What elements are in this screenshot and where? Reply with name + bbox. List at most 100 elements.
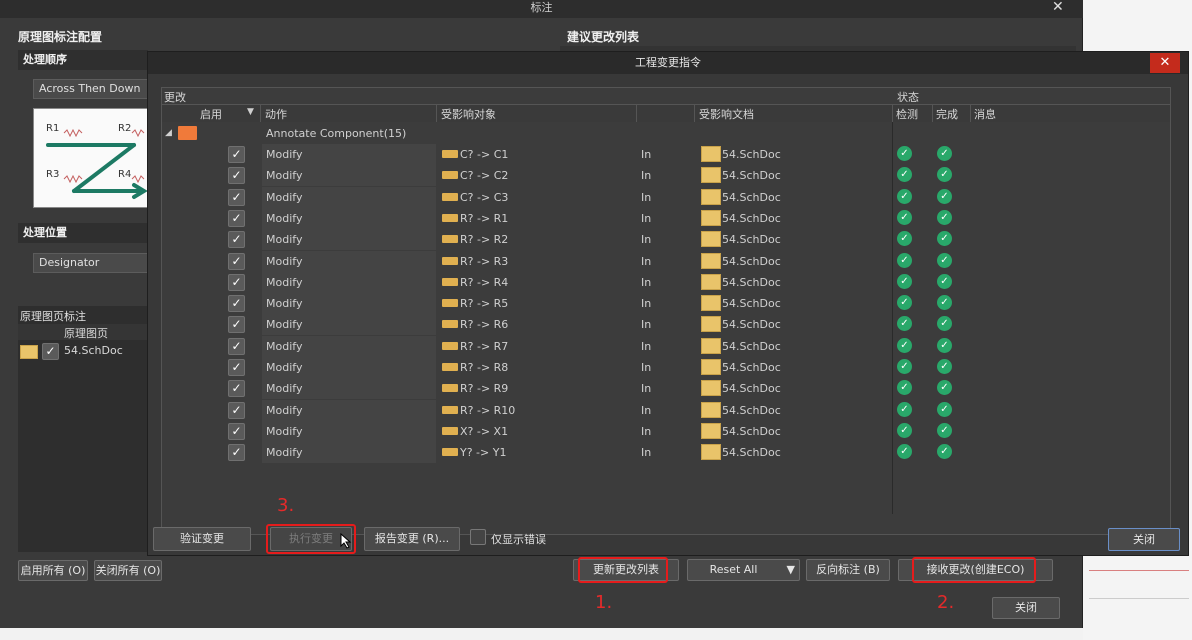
col-sep	[636, 105, 637, 122]
change-row[interactable]: ✓ Modify Y? -> Y1 In 54.SchDoc ✓ ✓	[162, 442, 1170, 464]
change-row[interactable]: ✓ Modify R? -> R8 In 54.SchDoc ✓ ✓	[162, 357, 1170, 378]
row-document: 54.SchDoc	[701, 378, 781, 399]
only-errors-checkbox[interactable]	[470, 529, 486, 545]
sort-arrow-icon[interactable]: ▼	[247, 107, 254, 117]
enable-checkbox[interactable]: ✓	[228, 401, 245, 419]
enable-checkbox[interactable]: ✓	[228, 273, 245, 291]
component-icon	[442, 235, 458, 244]
document-icon	[701, 444, 721, 461]
sheets-column-label: 原理图页	[64, 327, 108, 340]
enable-checkbox[interactable]: ✓	[228, 359, 245, 376]
document-icon	[701, 146, 721, 162]
change-row[interactable]: ✓ Modify R? -> R7 In 54.SchDoc ✓ ✓	[162, 335, 1170, 357]
done-ok-icon: ✓	[937, 252, 952, 268]
component-icon	[442, 320, 458, 329]
row-object: R? -> R5	[442, 293, 508, 314]
enable-checkbox[interactable]: ✓	[228, 146, 245, 163]
col-message[interactable]: 消息	[974, 106, 996, 122]
change-row[interactable]: ✓ Modify X? -> X1 In 54.SchDoc ✓ ✓	[162, 420, 1170, 442]
report-button[interactable]: 报告变更 (R)...	[364, 527, 460, 551]
eco-close-button[interactable]: 关闭	[1108, 528, 1180, 551]
row-document: 54.SchDoc	[701, 421, 781, 442]
sheet-checkbox[interactable]: ✓	[42, 343, 59, 360]
done-ok-icon: ✓	[937, 231, 952, 247]
sheet-row[interactable]: ✓ 54.SchDoc	[18, 342, 148, 362]
expand-triangle-icon[interactable]: ◢	[165, 123, 172, 144]
group-row[interactable]: ◢ Annotate Component(15)	[162, 123, 1170, 144]
row-object-text: R? -> R6	[460, 318, 509, 332]
sheets-column-header: 原理图页	[18, 324, 148, 340]
change-row[interactable]: ✓ Modify R? -> R9 In 54.SchDoc ✓ ✓	[162, 378, 1170, 400]
row-action: Modify	[266, 190, 303, 204]
background-divider	[1089, 598, 1189, 599]
row-object-text: R? -> R4	[460, 275, 509, 289]
check-ok-icon: ✓	[897, 273, 912, 289]
sheet-name: 54.SchDoc	[64, 344, 123, 357]
close-icon[interactable]: ✕	[1052, 0, 1068, 16]
enable-checkbox[interactable]: ✓	[228, 209, 245, 227]
document-icon	[701, 422, 721, 439]
row-object-text: R? -> R7	[460, 339, 509, 353]
change-row[interactable]: ✓ Modify R? -> R4 In 54.SchDoc ✓ ✓	[162, 271, 1170, 293]
row-document: 54.SchDoc	[701, 144, 781, 165]
row-document-text: 54.SchDoc	[722, 297, 781, 311]
check-ok-icon: ✓	[897, 188, 912, 204]
step-3-label: 3.	[277, 495, 295, 516]
step-2-label: 2.	[937, 592, 955, 613]
col-enable[interactable]: 启用	[200, 106, 222, 122]
row-in: In	[641, 190, 652, 204]
change-row[interactable]: ✓ Modify R? -> R5 In 54.SchDoc ✓ ✓	[162, 293, 1170, 315]
enable-checkbox[interactable]: ✓	[228, 422, 245, 440]
row-object: R? -> R7	[442, 336, 508, 357]
row-object-text: R? -> R8	[460, 361, 509, 374]
col-document[interactable]: 受影响文档	[699, 106, 754, 122]
enable-checkbox[interactable]: ✓	[228, 231, 245, 249]
check-ok-icon: ✓	[897, 167, 912, 183]
row-action: Modify	[266, 446, 303, 460]
enable-all-button[interactable]: 启用所有 (O)	[18, 560, 88, 581]
col-sep	[694, 105, 695, 122]
suggest-section-title: 建议更改列表	[567, 30, 640, 44]
change-row[interactable]: ✓ Modify R? -> R6 In 54.SchDoc ✓ ✓	[162, 314, 1170, 336]
enable-checkbox[interactable]: ✓	[228, 295, 245, 313]
row-document-text: 54.SchDoc	[722, 211, 781, 225]
enable-checkbox[interactable]: ✓	[228, 188, 245, 206]
change-row[interactable]: ✓ Modify C? -> C3 In 54.SchDoc ✓ ✓	[162, 186, 1170, 208]
col-check[interactable]: 检测	[896, 106, 918, 122]
change-row[interactable]: ✓ Modify R? -> R10 In 54.SchDoc ✓ ✓	[162, 399, 1170, 421]
change-row[interactable]: ✓ Modify R? -> R3 In 54.SchDoc ✓ ✓	[162, 250, 1170, 272]
outer-close-button[interactable]: 关闭	[992, 597, 1060, 619]
document-icon	[701, 209, 721, 226]
col-done[interactable]: 完成	[936, 106, 958, 122]
enable-checkbox[interactable]: ✓	[228, 337, 245, 355]
reset-all-button[interactable]: Reset All ▼	[687, 559, 800, 581]
enable-checkbox[interactable]: ✓	[228, 380, 245, 398]
group-changes-header: 更改	[164, 91, 186, 104]
order-dropdown[interactable]: Across Then Down	[33, 79, 148, 99]
row-action: Modify	[266, 233, 303, 247]
resistor-r3-symbol	[63, 174, 83, 184]
component-icon	[442, 150, 458, 158]
done-ok-icon: ✓	[937, 273, 952, 289]
validate-button[interactable]: 验证变更	[153, 527, 251, 551]
chevron-down-icon[interactable]: ▼	[787, 560, 795, 580]
row-action: Modify	[266, 211, 303, 225]
enable-checkbox[interactable]: ✓	[228, 444, 245, 462]
check-ok-icon: ✓	[897, 252, 912, 268]
row-object-text: R? -> R5	[460, 297, 509, 311]
location-dropdown[interactable]: Designator	[33, 253, 148, 273]
col-object[interactable]: 受影响对象	[441, 106, 496, 122]
col-action[interactable]: 动作	[265, 106, 287, 122]
enable-checkbox[interactable]: ✓	[228, 252, 245, 270]
change-row[interactable]: ✓ Modify R? -> R1 In 54.SchDoc ✓ ✓	[162, 207, 1170, 229]
back-annotate-button[interactable]: 反向标注 (B)	[806, 559, 890, 581]
enable-checkbox[interactable]: ✓	[228, 167, 245, 185]
done-ok-icon: ✓	[937, 337, 952, 353]
change-row[interactable]: ✓ Modify C? -> C1 In 54.SchDoc ✓ ✓	[162, 144, 1170, 165]
close-icon[interactable]: ✕	[1150, 53, 1180, 73]
change-row[interactable]: ✓ Modify R? -> R2 In 54.SchDoc ✓ ✓	[162, 229, 1170, 251]
done-ok-icon: ✓	[937, 422, 952, 438]
change-row[interactable]: ✓ Modify C? -> C2 In 54.SchDoc ✓ ✓	[162, 165, 1170, 187]
enable-checkbox[interactable]: ✓	[228, 316, 245, 334]
close-all-button[interactable]: 关闭所有 (O)	[94, 560, 162, 581]
